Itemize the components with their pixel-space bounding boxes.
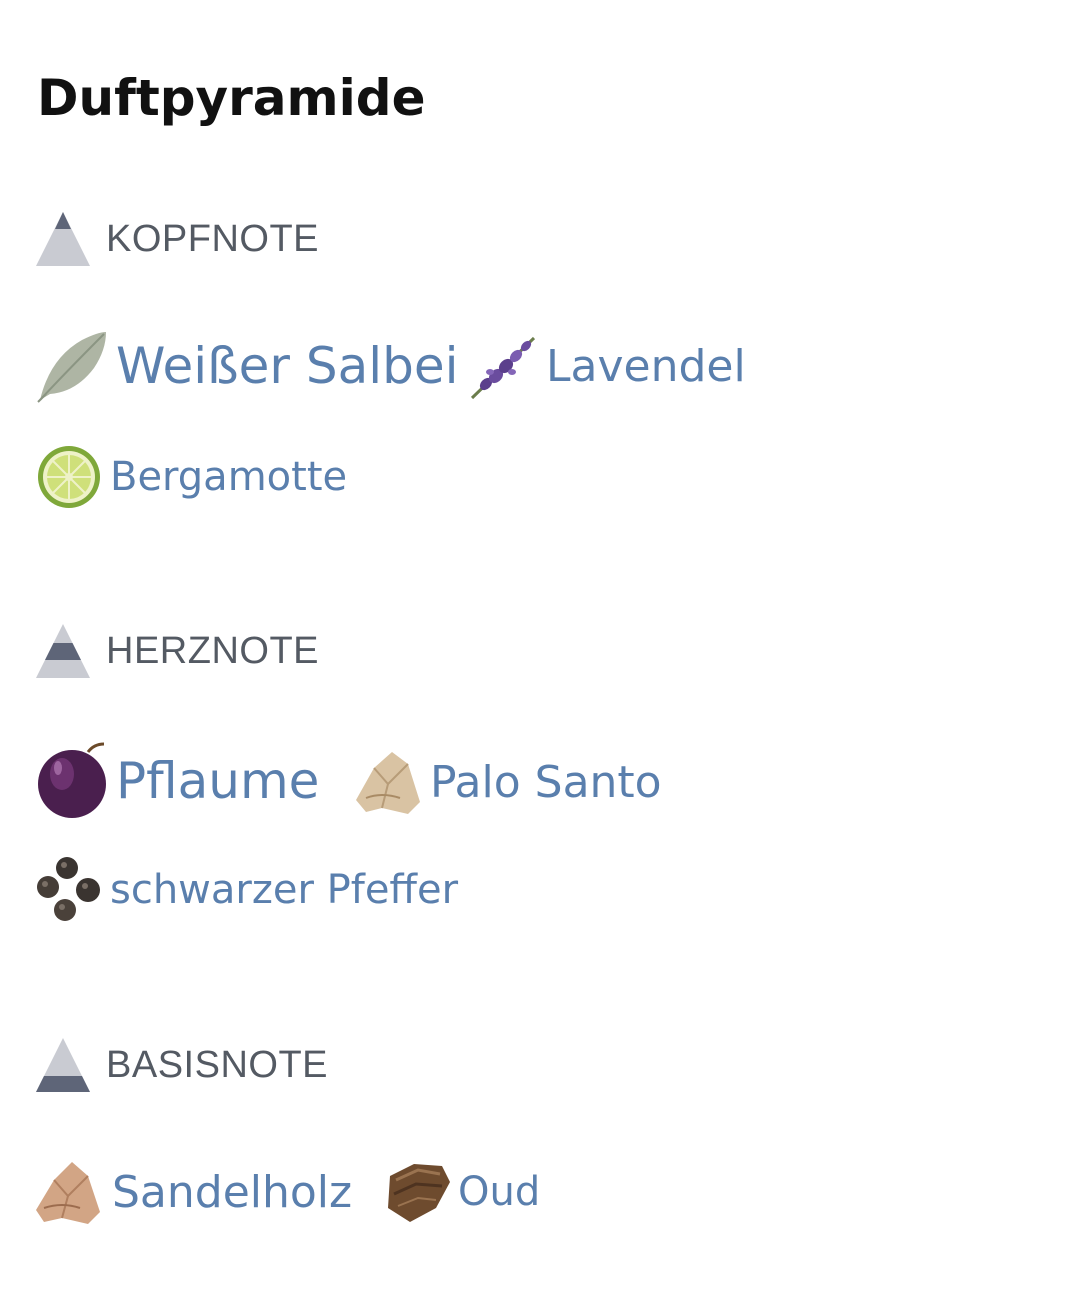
note-pflaume[interactable]: Pflaume <box>36 742 319 820</box>
note-label: Lavendel <box>546 340 746 392</box>
note-bergamotte[interactable]: Bergamotte <box>36 444 347 510</box>
note-lavendel[interactable]: Lavendel <box>468 332 746 402</box>
note-palo-santo[interactable]: Palo Santo <box>352 748 662 818</box>
note-label: Weißer Salbei <box>116 336 459 395</box>
note-oud[interactable]: Oud <box>384 1160 540 1224</box>
lavender-icon <box>470 336 536 400</box>
pyramid-top-icon <box>36 212 90 266</box>
sandalwood-icon <box>36 1162 100 1224</box>
note-label: Sandelholz <box>112 1166 353 1218</box>
bergamot-icon <box>38 446 100 508</box>
note-schwarzer-pfeffer[interactable]: schwarzer Pfeffer <box>36 856 458 924</box>
pyramid-base-icon <box>36 1038 90 1092</box>
note-label: Bergamotte <box>110 454 348 500</box>
plum-icon <box>38 742 106 818</box>
section-label: HERZNOTE <box>106 630 319 672</box>
sage-leaf-icon <box>37 332 106 403</box>
note-label: Oud <box>458 1169 541 1215</box>
note-label: Palo Santo <box>430 756 662 808</box>
black-pepper-icon <box>37 857 100 921</box>
note-sandelholz[interactable]: Sandelholz <box>34 1158 352 1228</box>
oud-icon <box>388 1164 450 1222</box>
section-header-kopfnote: KOPFNOTE <box>36 212 319 266</box>
section-header-basisnote: BASISNOTE <box>36 1038 328 1092</box>
note-weisser-salbei[interactable]: Weißer Salbei <box>36 328 459 404</box>
note-label: schwarzer Pfeffer <box>110 867 459 913</box>
palo-santo-icon <box>356 752 420 814</box>
section-header-herznote: HERZNOTE <box>36 624 319 678</box>
section-label: BASISNOTE <box>106 1044 328 1086</box>
section-label: KOPFNOTE <box>106 218 320 260</box>
page-title: Duftpyramide <box>37 69 426 127</box>
note-label: Pflaume <box>116 751 320 810</box>
pyramid-middle-icon <box>36 624 90 678</box>
